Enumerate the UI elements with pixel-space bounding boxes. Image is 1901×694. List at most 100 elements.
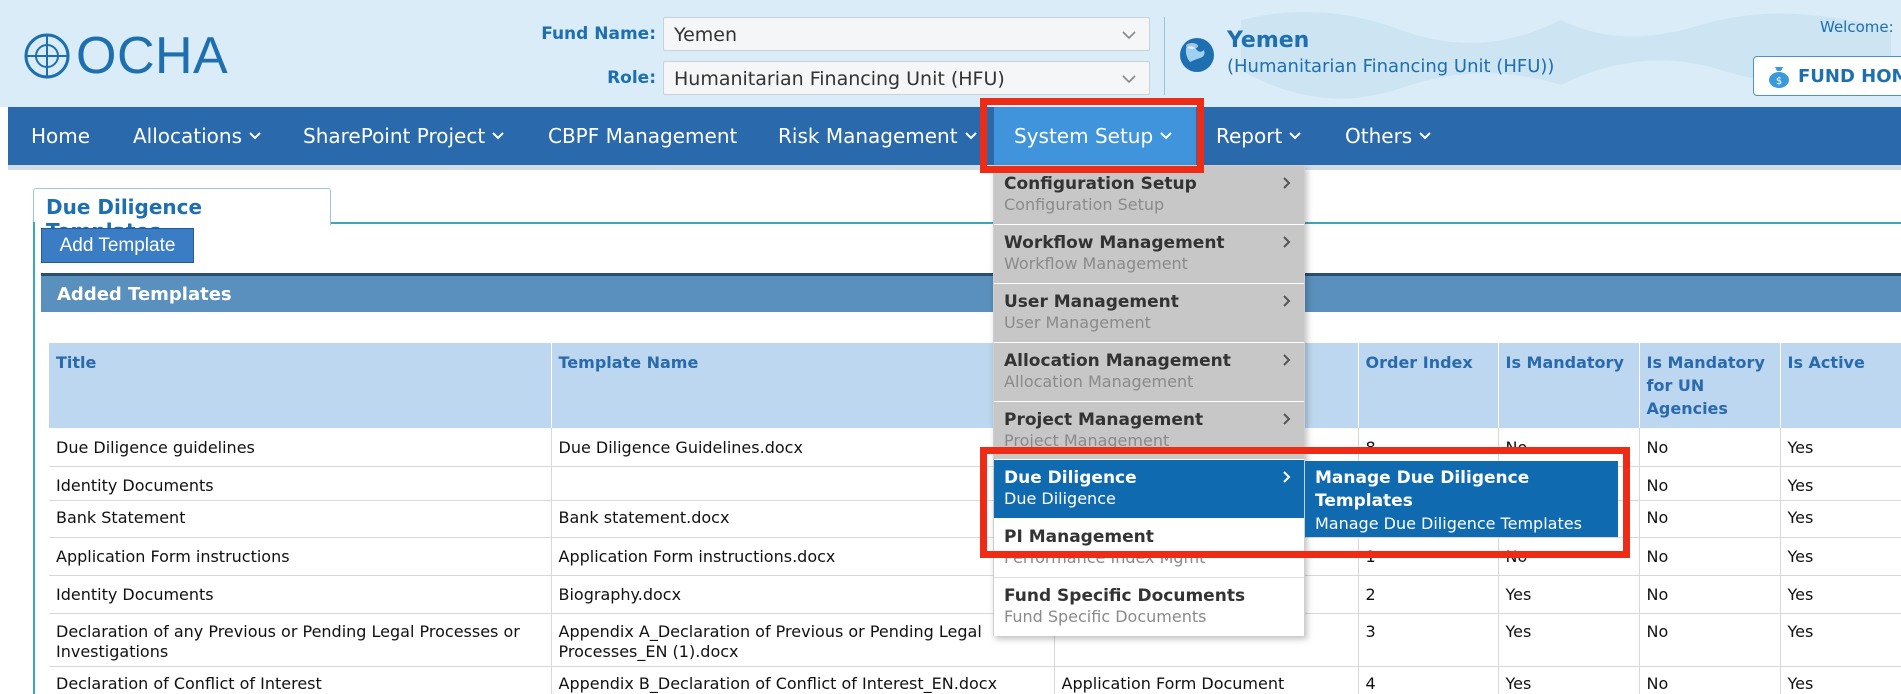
chevron-down-icon xyxy=(492,132,504,140)
header-divider xyxy=(1164,17,1165,95)
welcome-text: Welcome: xyxy=(1820,18,1894,36)
cell-title: Declaration of Conflict of Interest xyxy=(49,666,552,694)
cell-is-mandatory: Yes xyxy=(1498,575,1640,614)
chevron-right-icon xyxy=(1283,354,1291,366)
chevron-right-icon xyxy=(1283,413,1291,425)
cell-order-index: 4 xyxy=(1358,666,1499,694)
chevron-down-icon xyxy=(249,132,261,140)
nav-shadow xyxy=(8,165,1901,170)
nav-risk-management[interactable]: Risk Management xyxy=(778,107,978,165)
menu-item-title: Project Management xyxy=(1004,410,1204,430)
chevron-down-icon xyxy=(1122,31,1136,40)
chevron-down-icon xyxy=(1289,132,1302,140)
menu-item-subtitle: Fund Specific Documents xyxy=(1004,607,1207,626)
chevron-down-icon xyxy=(1419,132,1431,140)
cell-template-name: Application Form instructions.docx xyxy=(551,537,1055,576)
nav-others[interactable]: Others xyxy=(1345,107,1432,165)
nav-label: SharePoint Project xyxy=(303,124,486,148)
add-template-button[interactable]: Add Template xyxy=(41,228,194,263)
menu-item-subtitle: Configuration Setup xyxy=(1004,195,1165,214)
section-title: Added Templates xyxy=(41,276,1901,312)
nav-cbpf-management[interactable]: CBPF Management xyxy=(548,107,737,165)
nav-report[interactable]: Report xyxy=(1216,107,1302,165)
cell-is-active: Yes xyxy=(1780,575,1901,614)
menu-item-title: Allocation Management xyxy=(1004,351,1231,371)
cell-category: Application Form Document xyxy=(1054,666,1359,694)
cell-is-active: Yes xyxy=(1780,537,1901,576)
menu-item-title: User Management xyxy=(1004,292,1179,312)
menu-item-configuration-setup[interactable]: Configuration Setup Configuration Setup xyxy=(994,166,1304,225)
cell-is-active: Yes xyxy=(1780,428,1901,467)
cell-is-active: Yes xyxy=(1780,500,1901,538)
highlight-due-diligence-path xyxy=(980,447,1630,558)
cell-is-mandatory-un: No xyxy=(1639,537,1781,576)
ocha-logo[interactable]: OCHA xyxy=(22,28,228,84)
country-name: Yemen xyxy=(1227,28,1310,53)
cell-is-active: Yes xyxy=(1780,466,1901,501)
cell-title: Application Form instructions xyxy=(49,537,552,576)
cell-order-index: 3 xyxy=(1358,613,1499,667)
menu-item-workflow-management[interactable]: Workflow Management Workflow Management xyxy=(994,225,1304,284)
column-header-is-mandatory-un[interactable]: Is Mandatory for UN Agencies xyxy=(1639,343,1781,428)
cell-template-name: Appendix A_Declaration of Previous or Pe… xyxy=(551,613,1055,667)
cell-template-name: Bank statement.docx xyxy=(551,500,1055,538)
highlight-system-setup xyxy=(980,98,1204,173)
cell-title: Identity Documents xyxy=(49,466,552,501)
cell-template-name xyxy=(551,466,1055,501)
column-header-order-index[interactable]: Order Index xyxy=(1358,343,1499,428)
column-header-is-active[interactable]: Is Active xyxy=(1780,343,1901,428)
menu-item-fund-specific-documents[interactable]: Fund Specific Documents Fund Specific Do… xyxy=(994,578,1304,636)
cell-is-active: Yes xyxy=(1780,613,1901,667)
menu-item-user-management[interactable]: User Management User Management xyxy=(994,284,1304,343)
cell-is-mandatory-un: No xyxy=(1639,428,1781,467)
fund-name-value: Yemen xyxy=(674,24,738,46)
fund-home-label: FUND HOM xyxy=(1798,65,1901,87)
cell-title: Bank Statement xyxy=(49,500,552,538)
cell-is-mandatory-un: No xyxy=(1639,613,1781,667)
chevron-down-icon xyxy=(964,132,977,140)
cell-title: Identity Documents xyxy=(49,575,552,614)
column-header-title[interactable]: Title xyxy=(49,343,552,428)
role-value: Humanitarian Financing Unit (HFU) xyxy=(674,68,1005,90)
nav-home[interactable]: Home xyxy=(31,107,90,165)
cell-is-mandatory-un: No xyxy=(1639,666,1781,694)
fund-name-label: Fund Name: xyxy=(541,24,656,44)
chevron-down-icon xyxy=(1122,75,1136,84)
table-row[interactable]: Identity Documents Biography.docx 2 Yes … xyxy=(49,575,1901,614)
system-setup-dropdown: Configuration Setup Configuration Setup … xyxy=(993,165,1305,636)
nav-label: CBPF Management xyxy=(548,124,738,148)
cell-template-name: Biography.docx xyxy=(551,575,1055,614)
main-nav: Home Allocations SharePoint Project CBPF… xyxy=(8,107,1901,165)
menu-item-subtitle: Workflow Management xyxy=(1004,254,1188,273)
money-bag-icon: $ xyxy=(1769,67,1789,88)
menu-item-allocation-management[interactable]: Allocation Management Allocation Managem… xyxy=(994,343,1304,402)
menu-item-title: Fund Specific Documents xyxy=(1004,586,1246,606)
nav-label: Report xyxy=(1216,124,1283,148)
cell-is-mandatory-un: No xyxy=(1639,466,1781,501)
role-select[interactable]: Humanitarian Financing Unit (HFU) xyxy=(663,61,1150,95)
column-header-template-name[interactable]: Template Name xyxy=(551,343,1055,428)
nav-sharepoint-project[interactable]: SharePoint Project xyxy=(303,107,505,165)
chevron-right-icon xyxy=(1283,177,1291,189)
chevron-right-icon xyxy=(1283,236,1291,248)
cell-order-index: 2 xyxy=(1358,575,1499,614)
nav-allocations[interactable]: Allocations xyxy=(133,107,262,165)
nav-label: Risk Management xyxy=(778,124,958,148)
menu-item-title: Workflow Management xyxy=(1004,233,1225,253)
cell-title: Declaration of any Previous or Pending L… xyxy=(49,613,552,667)
table-row[interactable]: Declaration of any Previous or Pending L… xyxy=(49,613,1901,667)
cell-is-mandatory-un: No xyxy=(1639,500,1781,538)
menu-item-subtitle: Allocation Management xyxy=(1004,372,1194,391)
fund-name-select[interactable]: Yemen xyxy=(663,17,1150,51)
country-role: (Humanitarian Financing Unit (HFU)) xyxy=(1227,56,1555,77)
cell-template-name: Due Diligence Guidelines.docx xyxy=(551,428,1055,467)
nav-label: Home xyxy=(31,124,91,148)
table-header-row: Title Template Name Order Index Is Manda… xyxy=(49,343,1901,428)
table-row[interactable]: Declaration of Conflict of Interest Appe… xyxy=(49,666,1901,694)
tab-due-diligence-templates[interactable]: Due Diligence Templates xyxy=(33,188,331,243)
svg-text:$: $ xyxy=(1776,76,1782,87)
un-emblem-icon xyxy=(24,33,70,79)
content-border xyxy=(33,222,35,694)
column-header-is-mandatory[interactable]: Is Mandatory xyxy=(1498,343,1640,428)
fund-home-button[interactable]: $ FUND HOM xyxy=(1753,56,1901,96)
